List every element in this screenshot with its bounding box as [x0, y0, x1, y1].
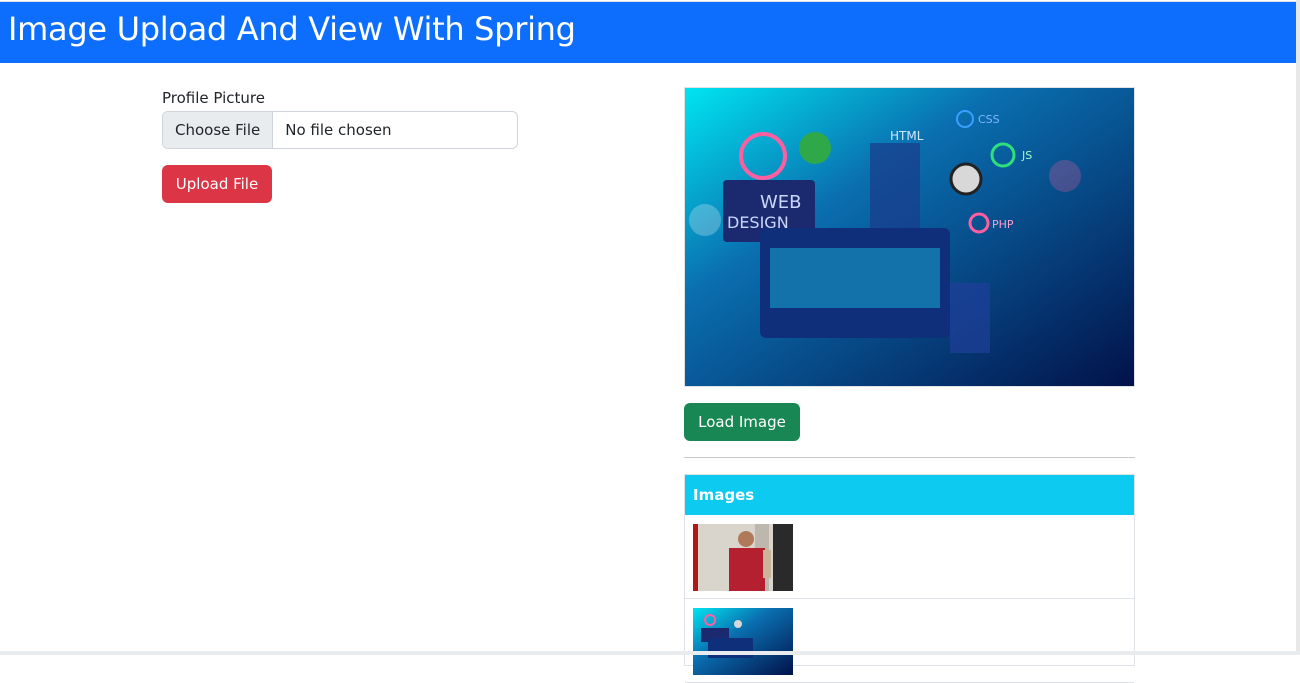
- svg-text:JS: JS: [1021, 149, 1032, 162]
- divider: [684, 457, 1135, 458]
- vertical-scrollbar[interactable]: [1296, 0, 1300, 651]
- load-image-button[interactable]: Load Image: [684, 403, 800, 441]
- list-item: [685, 599, 1134, 683]
- svg-text:PHP: PHP: [992, 218, 1014, 231]
- app-header: Image Upload And View With Spring: [0, 1, 1296, 63]
- images-card: Images: [684, 474, 1135, 683]
- file-status: No file chosen: [285, 121, 392, 139]
- profile-picture-file-input[interactable]: Choose File No file chosen: [162, 111, 518, 149]
- upload-file-button[interactable]: Upload File: [162, 165, 272, 203]
- horizontal-scrollbar[interactable]: [0, 651, 1300, 655]
- images-card-title: Images: [685, 475, 1134, 515]
- svg-text:CSS: CSS: [978, 113, 1000, 126]
- svg-text:HTML: HTML: [890, 129, 924, 143]
- image-thumbnail[interactable]: [693, 524, 793, 591]
- preview-image: WEB DESIGN HTML CSS JS PHP: [684, 87, 1135, 387]
- profile-picture-label: Profile Picture: [162, 89, 265, 107]
- svg-text:WEB: WEB: [760, 192, 802, 213]
- image-thumbnail[interactable]: [693, 608, 793, 675]
- list-item: [685, 515, 1134, 599]
- choose-file-button[interactable]: Choose File: [163, 112, 274, 148]
- page-title: Image Upload And View With Spring: [8, 10, 576, 48]
